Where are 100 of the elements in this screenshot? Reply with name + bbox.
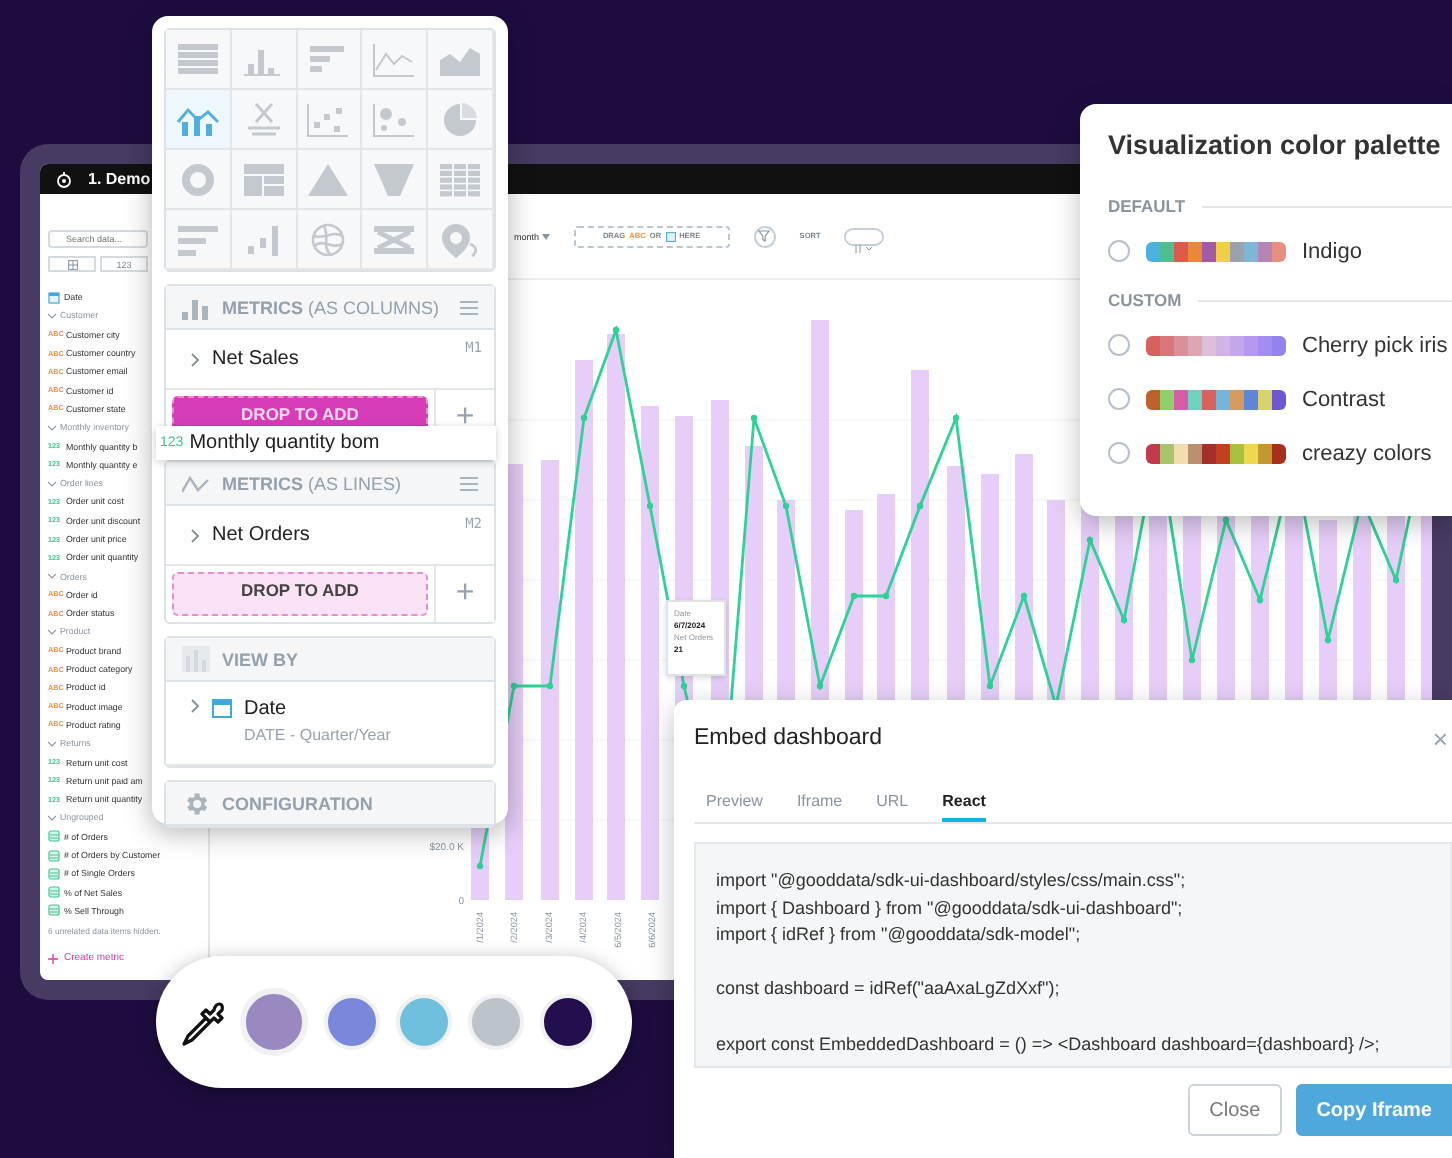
logo-icon <box>56 171 72 187</box>
chart-type-button[interactable] <box>362 90 429 150</box>
line-point <box>952 414 960 422</box>
chart-type-button[interactable] <box>166 90 232 150</box>
metric-icon <box>48 849 60 862</box>
tab[interactable]: React <box>942 786 986 822</box>
palette-name[interactable]: Contrast <box>1302 387 1386 411</box>
section-title: CONFIGURATION <box>222 793 375 813</box>
sort-icon <box>854 243 875 253</box>
line-point <box>1256 596 1264 604</box>
line-point <box>1120 616 1128 624</box>
chart-type-button[interactable] <box>428 150 494 210</box>
line-point <box>882 592 890 600</box>
chart-type-button[interactable] <box>362 30 429 90</box>
chart-type-button[interactable] <box>231 150 298 210</box>
color-swatch[interactable] <box>240 988 308 1056</box>
palette-name[interactable]: Cherry pick iris <box>1302 333 1448 357</box>
chart-type-button[interactable] <box>428 30 494 90</box>
pie-chart-icon <box>438 101 483 137</box>
caret-icon[interactable] <box>48 423 56 432</box>
dashboard-title: 1. Demo <box>88 170 151 188</box>
bar-chart-icon <box>182 646 210 672</box>
group-title: DEFAULT <box>1108 196 1186 216</box>
line-point <box>680 682 688 690</box>
chart-type-button[interactable] <box>231 90 298 150</box>
line-chart-icon <box>182 473 210 493</box>
radio-button[interactable] <box>1108 442 1130 464</box>
line-point <box>986 682 994 690</box>
chart-type-button[interactable] <box>166 30 232 90</box>
chart-type-button[interactable] <box>166 150 232 210</box>
bullet-chart-icon <box>175 221 220 257</box>
section-title: VIEW BY <box>222 649 301 669</box>
bucket-item[interactable]: Net Sales <box>212 348 299 370</box>
chart-type-button[interactable] <box>428 90 494 150</box>
menu-icon[interactable] <box>460 299 478 315</box>
close-button[interactable]: Close <box>1187 1084 1283 1136</box>
color-swatch[interactable] <box>324 994 380 1050</box>
calendar-icon <box>212 698 232 718</box>
gear-icon <box>182 789 210 817</box>
calendar-icon <box>48 291 60 304</box>
eyedropper-icon[interactable] <box>180 996 224 1048</box>
color-swatch[interactable] <box>540 994 596 1050</box>
palette-name[interactable]: Indigo <box>1302 239 1362 263</box>
scatter-plot-icon <box>306 101 351 137</box>
grid-icon <box>67 259 77 269</box>
line-point <box>476 862 484 870</box>
palette-name[interactable]: creazy colors <box>1302 441 1432 465</box>
line-point <box>1324 636 1332 644</box>
section-title: METRICS (AS COLUMNS) <box>222 297 442 317</box>
chevron-icon[interactable] <box>190 527 200 543</box>
caret-icon[interactable] <box>48 479 56 488</box>
caret-icon[interactable] <box>48 627 56 636</box>
chart-type-button[interactable] <box>166 210 232 270</box>
line-chart-icon <box>372 41 417 77</box>
metric-icon <box>48 904 60 917</box>
dialog-title: Visualization color palette <box>1108 129 1441 159</box>
menu-icon[interactable] <box>460 475 478 491</box>
caret-icon[interactable] <box>48 813 56 822</box>
chart-type-button[interactable] <box>362 210 429 270</box>
caret-icon <box>541 233 550 239</box>
radio-button[interactable] <box>1108 334 1130 356</box>
chevron-icon[interactable] <box>190 698 200 714</box>
filter-tab[interactable] <box>48 256 96 272</box>
column-chart-icon <box>182 295 210 319</box>
caret-icon[interactable] <box>48 739 56 748</box>
chart-type-button[interactable] <box>297 90 363 150</box>
radio-button[interactable] <box>1108 388 1130 410</box>
color-swatch[interactable] <box>468 994 524 1050</box>
line-point <box>750 414 758 422</box>
radio-button[interactable] <box>1108 240 1130 262</box>
line-point <box>646 502 654 510</box>
metric-icon <box>48 867 60 880</box>
bucket-item[interactable]: Net Orders <box>212 524 310 546</box>
section-title: METRICS (AS LINES) <box>222 473 404 493</box>
pyramid-icon <box>306 161 351 197</box>
plus-icon <box>48 953 58 964</box>
chart-type-button[interactable] <box>428 210 494 270</box>
treemap-icon <box>241 161 286 197</box>
table-icon <box>175 41 220 77</box>
line-point <box>1392 576 1400 584</box>
caret-icon[interactable] <box>48 311 56 320</box>
item-detail: DATE - Quarter/Year <box>244 726 391 744</box>
chart-type-button[interactable] <box>297 30 363 90</box>
chart-type-button[interactable] <box>231 30 298 90</box>
chart-type-button[interactable] <box>362 150 429 210</box>
chart-type-button[interactable] <box>297 150 363 210</box>
filter-icon <box>758 230 771 242</box>
chevron-icon[interactable] <box>190 351 200 367</box>
filter-button[interactable] <box>753 225 776 247</box>
bucket-item[interactable]: Date <box>244 698 391 720</box>
line-point <box>1020 592 1028 600</box>
chart-type-button[interactable] <box>297 210 363 270</box>
chart-type-button[interactable] <box>231 210 298 270</box>
line-point <box>612 326 620 334</box>
code-block: import "@gooddata/sdk-ui-dashboard/styles/css/main.css"; import { Dashboard } from "@gooddata/sdk-ui-dashboard"; import { idRef } from "@gooddata/sdk-model"; const dashboard = idRef("aaAxaLgZdXxf"); export const EmbeddedDashboard = () => <Dashboard dashboard={dashboard} />; <box>694 842 1452 1068</box>
color-swatch[interactable] <box>396 994 452 1050</box>
dialog-title: Embed dashboard <box>694 726 882 750</box>
caret-icon[interactable] <box>48 572 56 581</box>
drop-zone[interactable]: DROP TO ADD <box>172 572 428 616</box>
line-point <box>1086 536 1094 544</box>
